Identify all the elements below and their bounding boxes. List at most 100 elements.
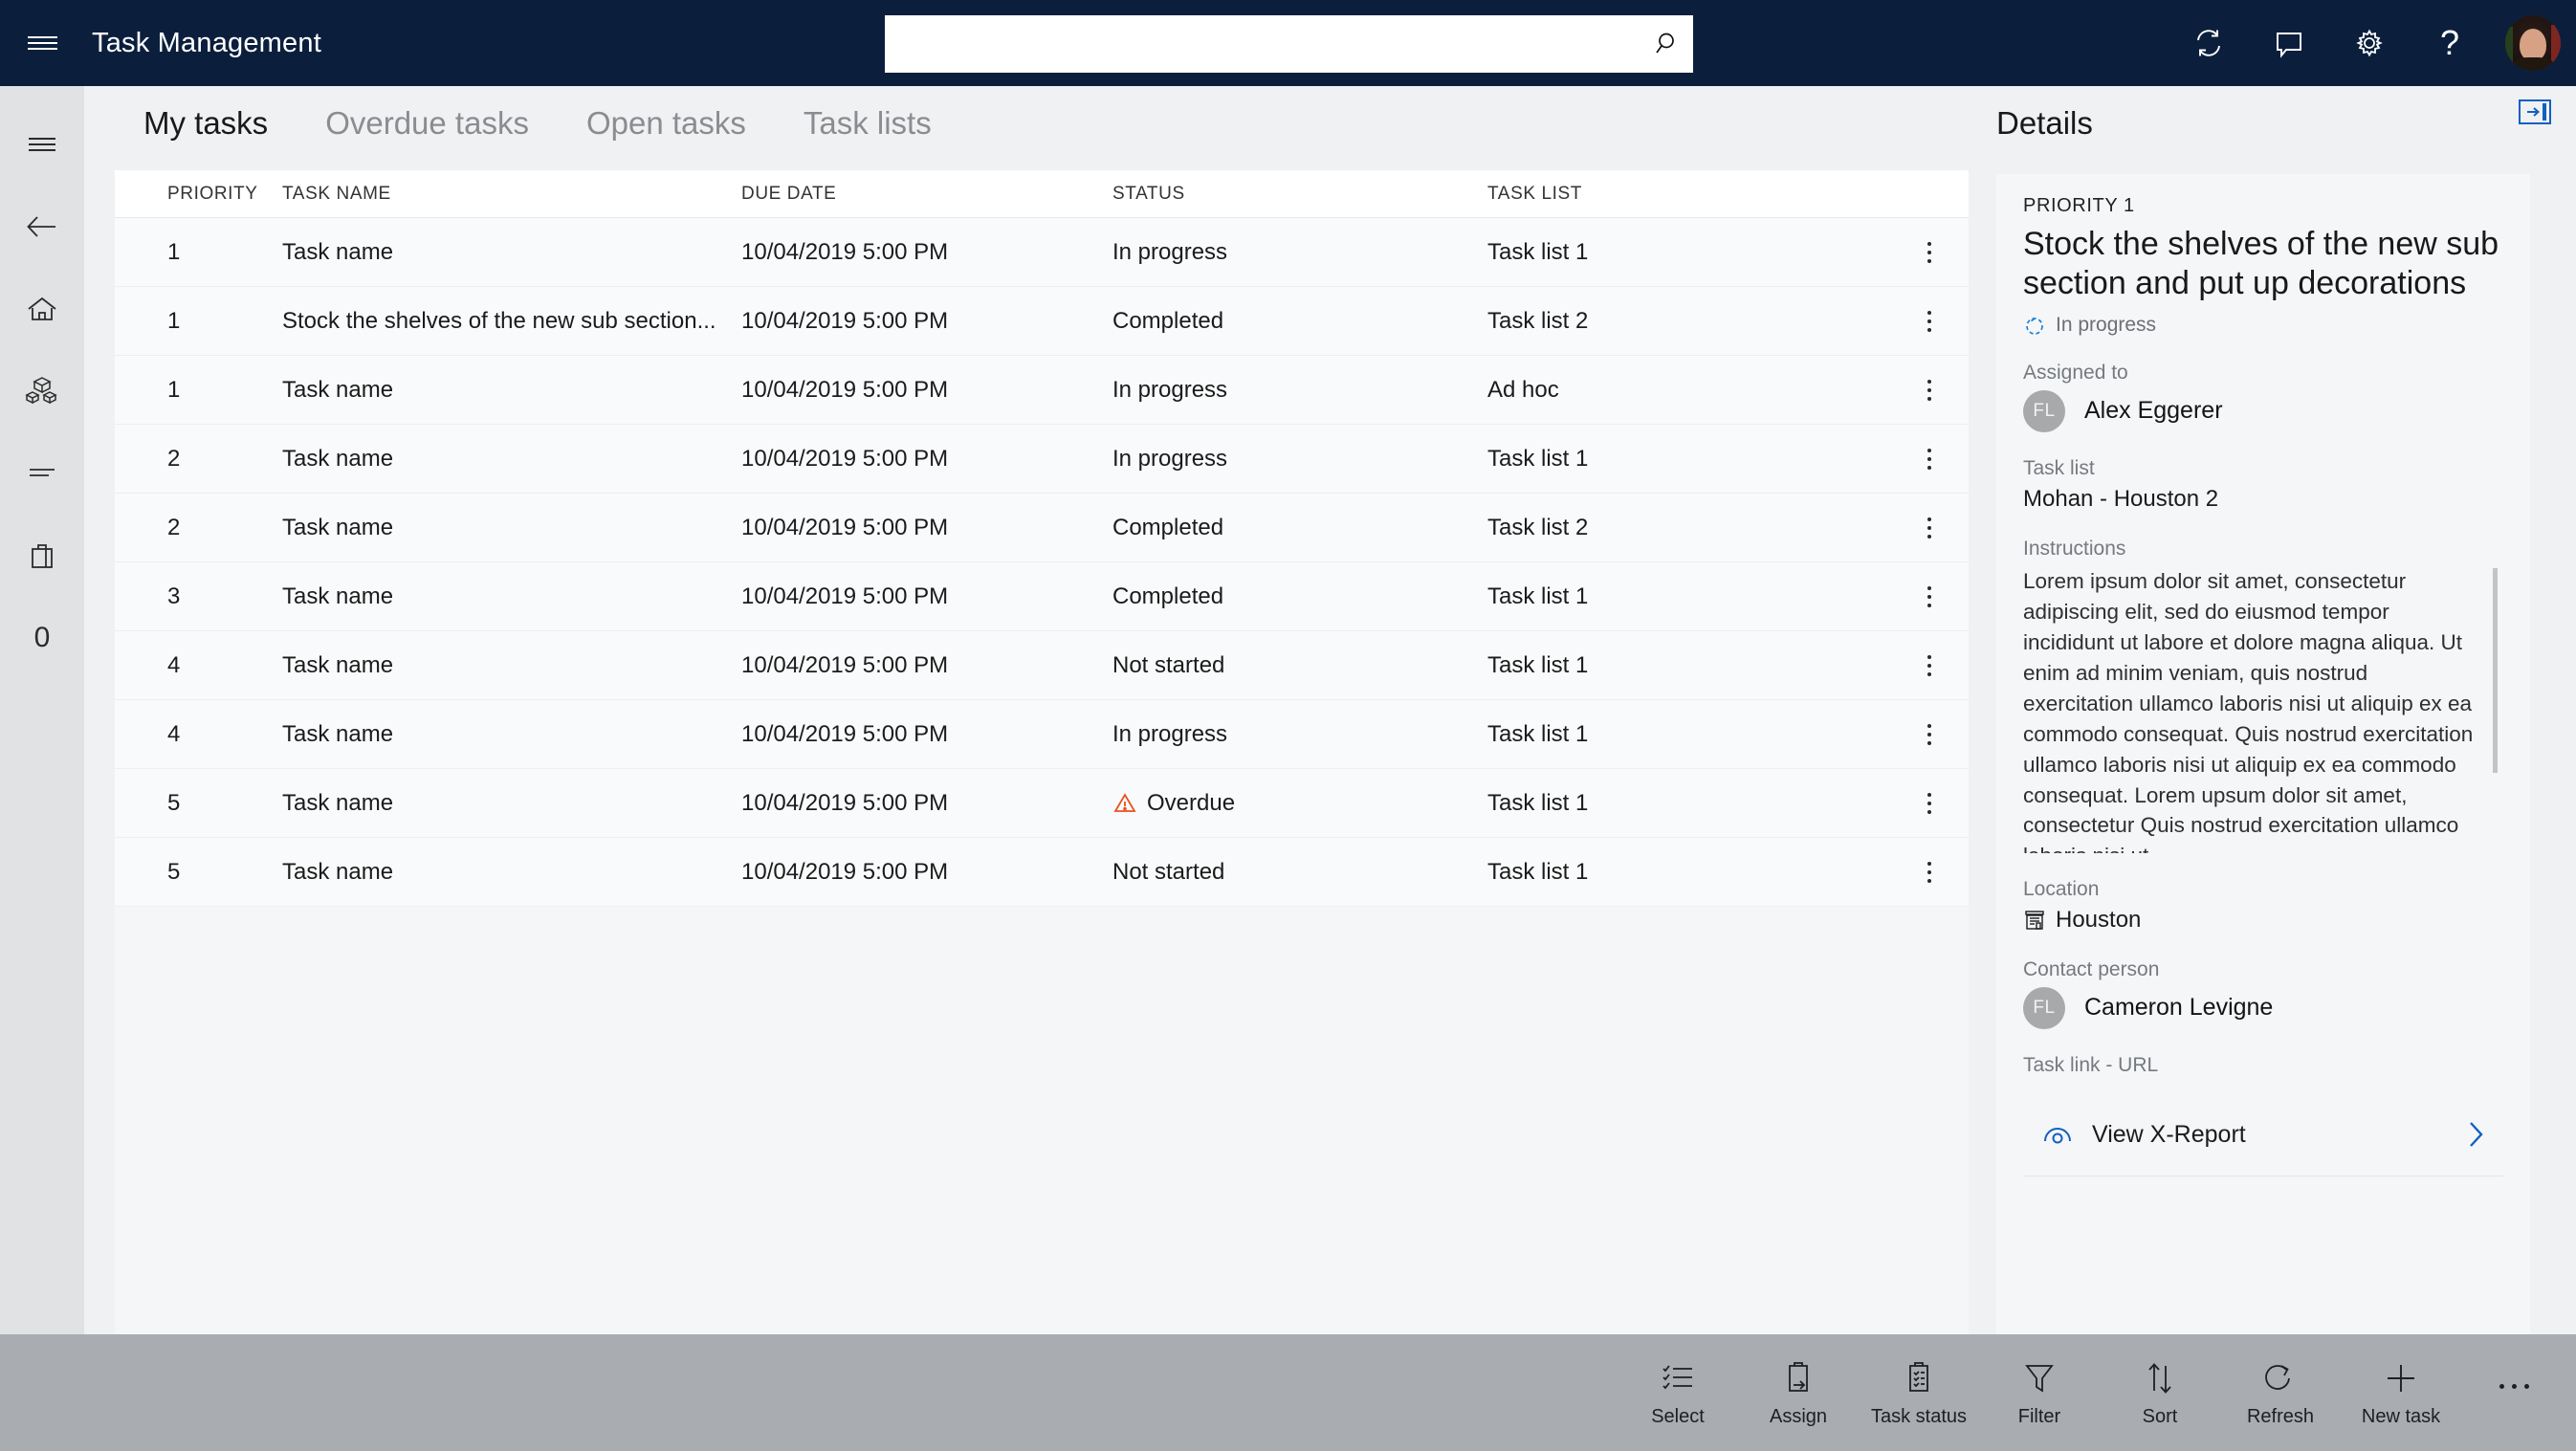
column-header-task-list[interactable]: TASK LIST: [1487, 184, 1889, 205]
kebab-more-icon[interactable]: [1926, 517, 1931, 539]
kebab-more-icon[interactable]: [1926, 379, 1931, 401]
grid-header-row: PRIORITY TASK NAME DUE DATE STATUS TASK …: [115, 170, 1969, 218]
task-status-clipboard-icon: [1909, 1361, 1928, 1392]
kebab-more-icon[interactable]: [1926, 585, 1931, 607]
kebab-more-icon[interactable]: [1926, 241, 1931, 263]
search-input[interactable]: [886, 16, 1639, 72]
table-row[interactable]: 1 Stock the shelves of the new sub sectio…: [115, 287, 1969, 356]
avatar[interactable]: [2490, 0, 2576, 86]
cell-status: Not started: [1112, 651, 1225, 678]
table-row[interactable]: 2 Task name 10/04/2019 5:00 PM Completed Tas…: [115, 494, 1969, 562]
details-task-list-value: Mohan - Houston 2: [2023, 485, 2219, 512]
grid-body: 1 Task name 10/04/2019 5:00 PM In progress T…: [115, 218, 1969, 907]
details-assigned-to-label: Assigned to: [2023, 361, 2128, 384]
row-actions[interactable]: [1889, 310, 1969, 332]
tab-open-tasks[interactable]: Open tasks: [558, 105, 775, 149]
details-assigned-to-name: Alex Eggerer: [2084, 397, 2223, 425]
row-actions[interactable]: [1889, 861, 1969, 883]
toolbar-new-task-button[interactable]: New task: [2341, 1334, 2461, 1451]
overflow-ellipsis-icon[interactable]: [2461, 1334, 2566, 1451]
search-box[interactable]: [885, 15, 1693, 73]
sidebar-item-bag[interactable]: [0, 515, 84, 597]
task-management-app: Task Management ? 0 My tasks Overdue tas…: [0, 0, 2576, 1451]
row-actions[interactable]: [1889, 585, 1969, 607]
cell-status: Not started: [1112, 858, 1225, 885]
row-actions[interactable]: [1889, 792, 1969, 814]
row-actions[interactable]: [1889, 654, 1969, 676]
details-location-value: Houston: [2056, 906, 2142, 933]
row-actions[interactable]: [1889, 379, 1969, 401]
row-actions[interactable]: [1889, 448, 1969, 470]
kebab-more-icon[interactable]: [1926, 310, 1931, 332]
collapse-panel-right-icon[interactable]: [2519, 99, 2551, 124]
tasks-grid: PRIORITY TASK NAME DUE DATE STATUS TASK …: [115, 170, 1969, 1399]
sidebar-item-menu[interactable]: [0, 103, 84, 186]
column-header-task-name[interactable]: TASK NAME: [282, 184, 741, 205]
cell-task-list: Task list 1: [1487, 583, 1589, 609]
details-priority: PRIORITY 1: [2023, 195, 2135, 216]
cell-status: Completed: [1112, 583, 1224, 609]
toolbar-sort-button[interactable]: Sort: [2100, 1334, 2220, 1451]
row-actions[interactable]: [1889, 241, 1969, 263]
details-assigned-to[interactable]: FL Alex Eggerer: [2023, 389, 2503, 432]
gear-settings-icon[interactable]: [2329, 0, 2410, 86]
sidebar-item-home[interactable]: [0, 268, 84, 350]
hamburger-menu-icon[interactable]: [0, 0, 84, 86]
details-task-link-row[interactable]: View X-Report: [2023, 1094, 2503, 1176]
bag-icon: [32, 544, 53, 568]
filter-funnel-icon: [2025, 1364, 2054, 1393]
table-row[interactable]: 4 Task name 10/04/2019 5:00 PM In progress T…: [115, 700, 1969, 769]
row-actions[interactable]: [1889, 517, 1969, 539]
toolbar-refresh-button[interactable]: Refresh: [2220, 1334, 2341, 1451]
kebab-more-icon[interactable]: [1926, 723, 1931, 745]
refresh-circle-icon: [2265, 1364, 2290, 1390]
avatar-initials: FL: [2023, 986, 2065, 1029]
instructions-scrollbar[interactable]: [2493, 567, 2498, 773]
table-row[interactable]: 5 Task name 10/04/2019 5:00 PM Overdue Task …: [115, 769, 1969, 838]
sidebar-item-counter[interactable]: 0: [0, 597, 84, 679]
sidebar-item-lists[interactable]: [0, 432, 84, 515]
tab-overdue-tasks[interactable]: Overdue tasks: [297, 105, 558, 149]
tab-task-lists[interactable]: Task lists: [775, 105, 960, 149]
cell-task-name: Task name: [282, 514, 394, 540]
search-magnifier-icon[interactable]: [1639, 30, 1692, 58]
column-header-status[interactable]: STATUS: [1112, 184, 1487, 205]
table-row[interactable]: 1 Task name 10/04/2019 5:00 PM In progress T…: [115, 218, 1969, 287]
top-app-bar: Task Management ?: [0, 0, 2576, 86]
help-question-icon[interactable]: ?: [2410, 0, 2490, 86]
column-header-priority[interactable]: PRIORITY: [115, 184, 282, 205]
refresh-sync-icon[interactable]: [2169, 0, 2249, 86]
cell-due-date: 10/04/2019 5:00 PM: [741, 376, 949, 403]
toolbar-sort-label: Sort: [2142, 1405, 2178, 1427]
cell-task-list: Task list 2: [1487, 307, 1589, 334]
details-panel: Details PRIORITY 1 Stock the shelves of …: [1974, 86, 2576, 1374]
kebab-more-icon[interactable]: [1926, 448, 1931, 470]
table-row[interactable]: 1 Task name 10/04/2019 5:00 PM In progress A…: [115, 356, 1969, 425]
toolbar-assign-button[interactable]: Assign: [1738, 1334, 1859, 1451]
table-row[interactable]: 2 Task name 10/04/2019 5:00 PM In progress T…: [115, 425, 1969, 494]
message-chat-icon[interactable]: [2249, 0, 2329, 86]
column-header-due-date[interactable]: DUE DATE: [741, 184, 1112, 205]
home-icon: [28, 297, 56, 320]
details-instructions-scroll-area[interactable]: Lorem ipsum dolor sit amet, consectetur …: [2023, 566, 2503, 853]
cell-priority: 1: [167, 307, 181, 334]
chevron-right-icon[interactable]: [2448, 1118, 2503, 1151]
table-row[interactable]: 3 Task name 10/04/2019 5:00 PM Completed Tas…: [115, 562, 1969, 631]
kebab-more-icon[interactable]: [1926, 654, 1931, 676]
kebab-more-icon[interactable]: [1926, 792, 1931, 814]
toolbar-select-button[interactable]: Select: [1618, 1334, 1738, 1451]
row-actions[interactable]: [1889, 723, 1969, 745]
details-contact-person[interactable]: FL Cameron Levigne: [2023, 986, 2503, 1029]
toolbar-task-status-button[interactable]: Task status: [1859, 1334, 1979, 1451]
cell-task-list: Task list 1: [1487, 445, 1589, 472]
table-row[interactable]: 5 Task name 10/04/2019 5:00 PM Not started T…: [115, 838, 1969, 907]
cell-due-date: 10/04/2019 5:00 PM: [741, 445, 949, 472]
sidebar-item-products[interactable]: [0, 350, 84, 432]
cell-task-list: Task list 1: [1487, 238, 1589, 265]
kebab-more-icon[interactable]: [1926, 861, 1931, 883]
toolbar-filter-button[interactable]: Filter: [1979, 1334, 2100, 1451]
table-row[interactable]: 4 Task name 10/04/2019 5:00 PM Not started T…: [115, 631, 1969, 700]
toolbar-task-status-label: Task status: [1870, 1405, 1968, 1427]
sidebar-item-back[interactable]: [0, 186, 84, 268]
tab-my-tasks[interactable]: My tasks: [113, 105, 297, 149]
